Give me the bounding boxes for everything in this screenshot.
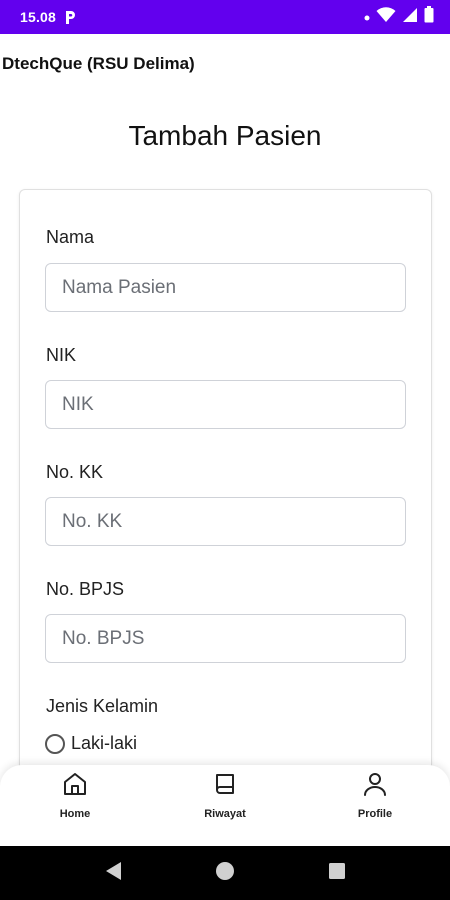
no-bpjs-label: No. BPJS — [46, 579, 125, 599]
app-bar: DtechQue (RSU Delima) — [0, 34, 450, 94]
nav-item-home[interactable]: Home — [0, 765, 150, 846]
nik-input[interactable] — [45, 380, 406, 429]
no-kk-label: No. KK — [46, 462, 104, 482]
back-triangle-icon — [103, 860, 123, 887]
system-nav-bar — [0, 846, 450, 900]
status-icons — [364, 6, 434, 28]
home-icon — [60, 769, 90, 799]
recents-square-icon — [328, 862, 346, 885]
nama-input[interactable] — [45, 263, 406, 312]
nik-label: NIK — [46, 345, 77, 365]
app-title: DtechQue (RSU Delima) — [2, 54, 195, 73]
nav-item-profile[interactable]: Profile — [300, 765, 450, 846]
home-circle-icon — [215, 861, 235, 886]
p-icon — [64, 9, 78, 25]
recents-button[interactable] — [281, 846, 393, 900]
no-kk-input[interactable] — [45, 497, 406, 546]
radio-button[interactable] — [45, 733, 65, 754]
page-title: Tambah Pasien — [128, 120, 322, 151]
nav-label-home: Home — [59, 808, 91, 820]
radio-laki-laki[interactable]: Laki-laki — [45, 733, 137, 754]
nav-label-riwayat: Riwayat — [204, 808, 246, 820]
wifi-icon — [376, 6, 396, 28]
book-icon — [210, 769, 240, 799]
nama-label: Nama — [46, 227, 95, 247]
bottom-nav: Home Riwayat Profile — [0, 765, 450, 846]
nav-item-riwayat[interactable]: Riwayat — [150, 765, 300, 846]
status-time: 15.08 — [20, 9, 57, 25]
radio-label-laki-laki: Laki-laki — [71, 733, 138, 753]
status-bar: 15.08 — [0, 0, 450, 34]
battery-icon — [424, 6, 434, 28]
no-bpjs-input[interactable] — [45, 614, 406, 663]
back-button[interactable] — [57, 846, 169, 900]
nav-label-profile: Profile — [357, 808, 393, 820]
signal-icon — [402, 7, 418, 28]
home-system-button[interactable] — [169, 846, 281, 900]
notification-dot-icon — [364, 8, 370, 26]
person-icon — [360, 769, 390, 799]
jenis-kelamin-label: Jenis Kelamin — [46, 696, 159, 716]
